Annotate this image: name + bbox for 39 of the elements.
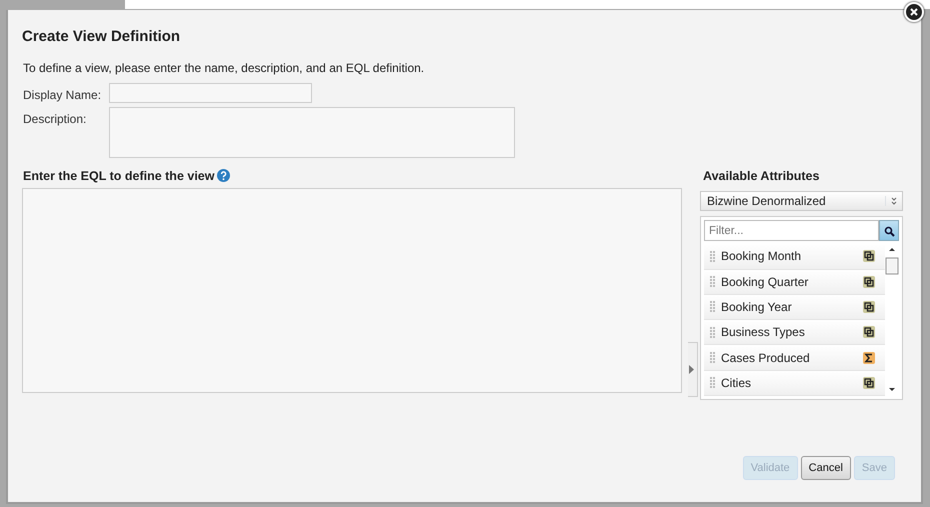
search-button[interactable] bbox=[879, 220, 899, 242]
dialog-title: Create View Definition bbox=[22, 27, 182, 47]
attribute-name: Cities bbox=[721, 374, 752, 392]
dimension-icon bbox=[863, 276, 875, 288]
search-icon bbox=[884, 226, 894, 238]
name-field[interactable] bbox=[109, 82, 312, 102]
attribute-name: Business Types bbox=[721, 324, 806, 342]
attribute-item[interactable]: Cities bbox=[704, 370, 885, 396]
attribute-name: Booking Quarter bbox=[721, 274, 810, 291]
attribute-name: Cases Produced bbox=[721, 350, 811, 367]
filter-field[interactable]: Filter... bbox=[704, 220, 879, 242]
dimension-icon bbox=[863, 376, 875, 389]
drag-handle-icon bbox=[710, 250, 715, 262]
attribute-name: Booking Year bbox=[721, 298, 793, 316]
drag-handle-icon bbox=[710, 276, 715, 288]
dimension-icon bbox=[863, 250, 875, 262]
close-icon bbox=[909, 7, 919, 17]
drag-handle-icon bbox=[710, 352, 715, 364]
description-field[interactable] bbox=[109, 106, 515, 158]
close-button[interactable] bbox=[904, 2, 924, 22]
intro-text: To define a view, please enter the name, description, and an EQL definition. bbox=[23, 60, 426, 76]
drag-handle-icon bbox=[710, 326, 715, 338]
drag-handle-icon bbox=[710, 377, 715, 388]
dropdown-value: Bizwine Denormalized bbox=[706, 193, 827, 210]
field-label: Display Name: bbox=[23, 86, 102, 104]
drag-handle-icon bbox=[710, 301, 715, 312]
attribute-item[interactable]: Booking Quarter bbox=[704, 270, 885, 295]
eql-label: Enter the EQL to define the view bbox=[23, 168, 214, 184]
dimension-icon bbox=[863, 326, 875, 338]
attributes-title: Available Attributes bbox=[703, 168, 820, 184]
source-dropdown[interactable]: Bizwine Denormalized bbox=[700, 191, 903, 212]
attribute-name: Booking Month bbox=[721, 248, 802, 266]
help-icon[interactable] bbox=[217, 169, 230, 182]
dialog-button[interactable]: Cancel bbox=[800, 456, 851, 480]
dimension-icon bbox=[863, 300, 875, 313]
sigma-icon bbox=[863, 352, 875, 364]
field-label: Description: bbox=[23, 110, 88, 128]
panel-toggle[interactable] bbox=[688, 342, 698, 398]
triangle-icon bbox=[688, 365, 694, 374]
